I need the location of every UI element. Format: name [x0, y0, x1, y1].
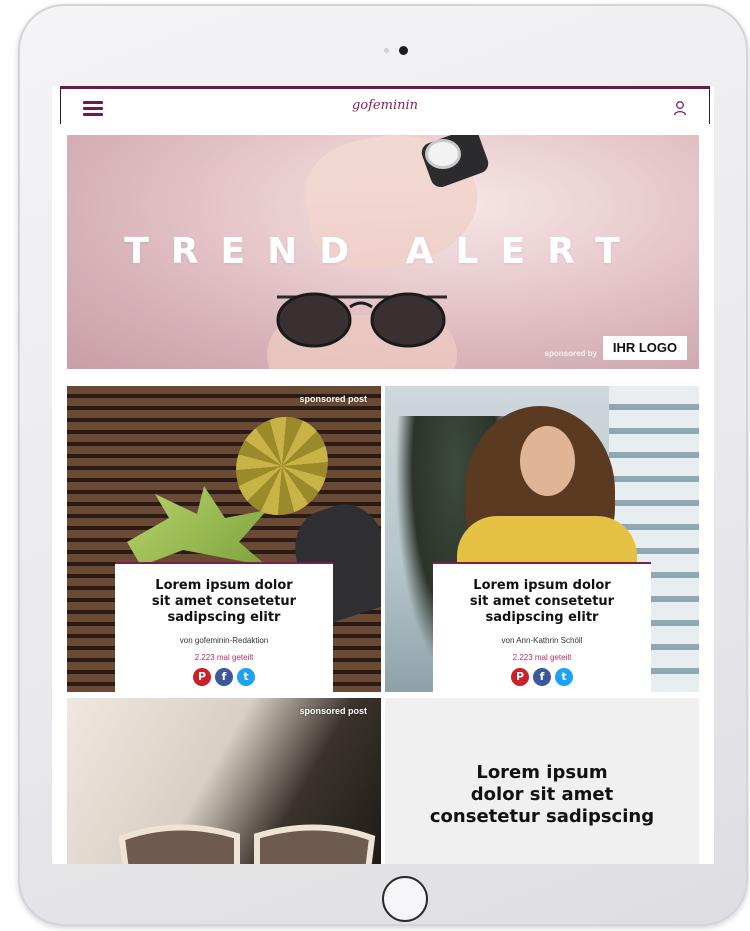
article-author: von gofeminin-Redaktion: [179, 636, 269, 645]
article-tile-woman[interactable]: Lorem ipsum dolor sit amet consetetur sadi…: [385, 386, 699, 692]
facebook-icon[interactable]: f: [533, 668, 551, 686]
sensor: [384, 48, 389, 53]
hero-banner[interactable]: TREND ALERT sponsored by IHR LOGO: [67, 135, 699, 369]
article-title[interactable]: Lorem ipsum dolor sit amet consetetur sadi…: [115, 578, 333, 626]
sponsor-logo-placeholder: IHR LOGO: [603, 336, 687, 360]
hero-watch-face: [425, 139, 461, 169]
social-share-bar: P f t: [433, 668, 651, 686]
sunglasses-image: [276, 292, 447, 348]
user-icon[interactable]: [673, 100, 687, 116]
article-tile-pineapple[interactable]: sponsored post Lorem ipsum dolor sit amet…: [67, 386, 381, 692]
hero-title: TREND ALERT: [124, 231, 642, 272]
article-share-count: 2.223 mal geteilt: [512, 653, 572, 662]
facebook-icon[interactable]: f: [215, 668, 233, 686]
tablet-screen: gofeminin TREND ALERT sponsored by IHR L…: [52, 86, 714, 864]
twitter-icon[interactable]: t: [237, 668, 255, 686]
sponsored-post-badge: sponsored post: [299, 706, 367, 716]
pinterest-icon[interactable]: P: [511, 668, 529, 686]
cat-eye-sunglasses-image: [118, 824, 376, 864]
article-title[interactable]: Lorem ipsum dolor sit amet consetetur sadi…: [433, 578, 651, 626]
pinterest-icon[interactable]: P: [193, 668, 211, 686]
home-button[interactable]: [382, 876, 428, 922]
front-camera: [399, 46, 408, 55]
sponsored-post-badge: sponsored post: [299, 394, 367, 404]
promo-text[interactable]: Lorem ipsum dolor sit amet consetetur sadi…: [385, 762, 699, 828]
woman-face: [520, 426, 575, 496]
article-tile-sunglasses[interactable]: sponsored post: [67, 698, 381, 864]
brand-logo[interactable]: gofeminin: [61, 98, 709, 113]
sponsored-by-label: sponsored by: [544, 349, 597, 358]
article-card: Lorem ipsum dolor sit amet consetetur sadi…: [433, 562, 651, 692]
social-share-bar: P f t: [115, 668, 333, 686]
promo-tile[interactable]: Lorem ipsum dolor sit amet consetetur sadi…: [385, 698, 699, 864]
twitter-icon[interactable]: t: [555, 668, 573, 686]
article-share-count: 2.223 mal geteilt: [194, 653, 254, 662]
article-author: von Ann-Kathrin Schöll: [501, 636, 583, 645]
article-card: Lorem ipsum dolor sit amet consetetur sadi…: [115, 562, 333, 692]
top-navigation-bar: gofeminin: [60, 86, 710, 124]
